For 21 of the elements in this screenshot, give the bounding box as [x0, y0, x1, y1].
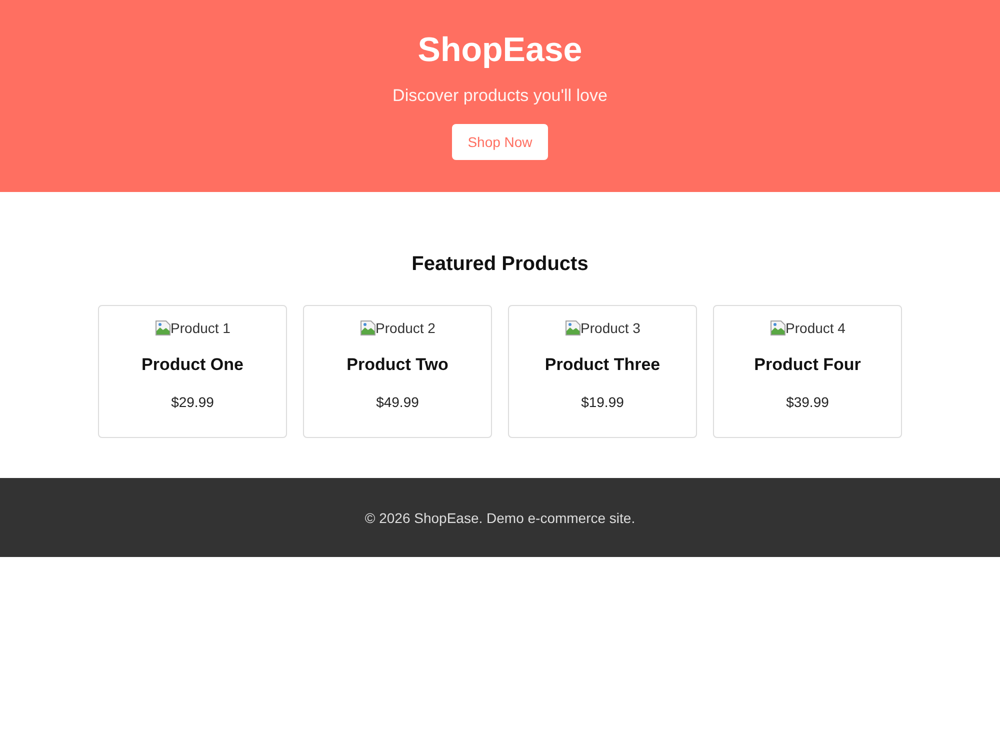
product-price: $49.99 [376, 393, 419, 411]
shop-now-button[interactable]: Shop Now [452, 124, 548, 160]
tagline: Discover products you'll love [392, 86, 608, 106]
image-alt-text: Product 3 [580, 319, 640, 337]
product-name: Product Two [346, 355, 448, 375]
product-price: $39.99 [786, 393, 829, 411]
broken-image-icon [564, 320, 581, 336]
product-name: Product Three [544, 355, 660, 375]
product-price: $29.99 [171, 393, 214, 411]
product-name: Product One [141, 355, 244, 375]
broken-image-icon [770, 320, 786, 336]
broken-image-icon [360, 320, 376, 336]
image-alt-text: Product 4 [786, 319, 846, 337]
site-title: ShopEase [418, 31, 582, 69]
section-heading: Featured Products [410, 252, 590, 276]
product-name: Product Four [754, 355, 861, 375]
product-price: $19.99 [581, 393, 624, 411]
copyright-text: © 2026 ShopEase. Demo e-commerce site. [364, 510, 636, 526]
image-alt-text: Product 1 [170, 319, 230, 337]
image-alt-text: Product 2 [376, 319, 436, 337]
broken-image-icon [154, 320, 171, 336]
